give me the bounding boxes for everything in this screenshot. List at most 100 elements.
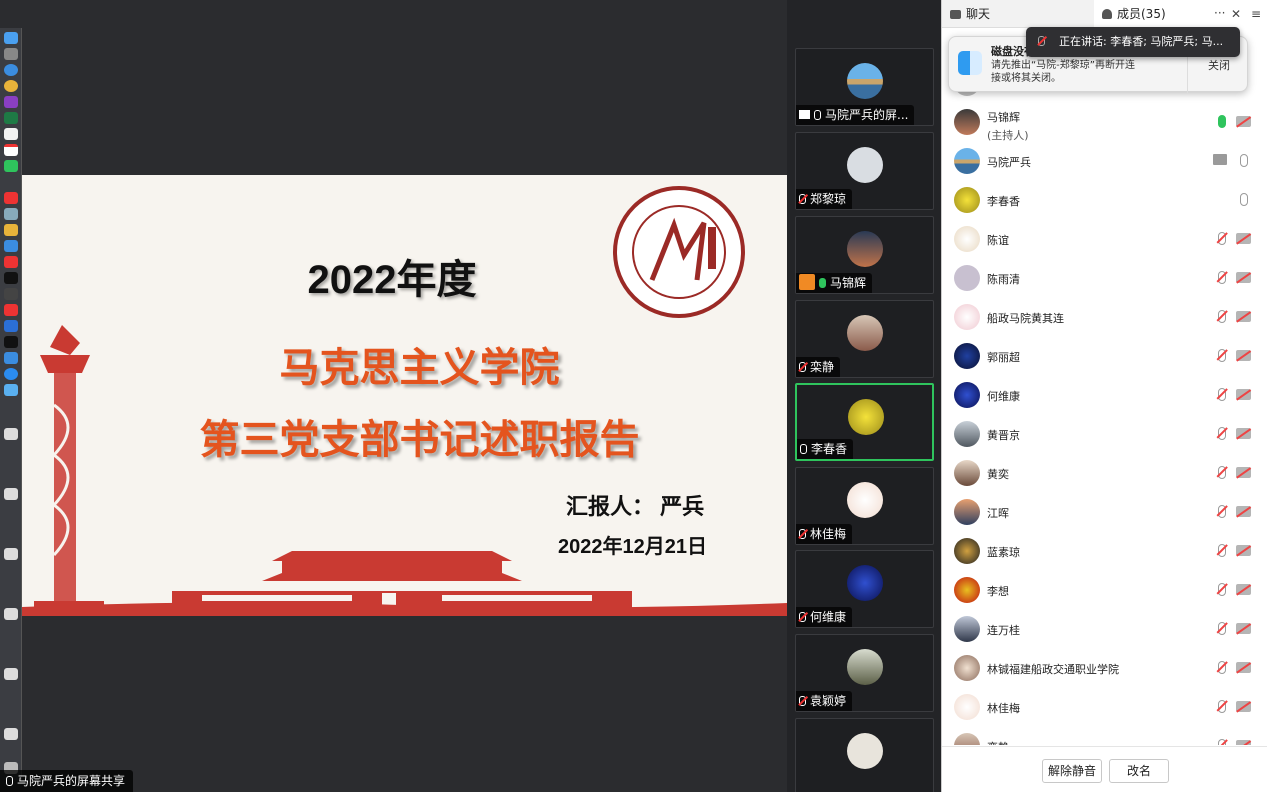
app-icon-dots[interactable] (4, 288, 18, 300)
app-icon-x[interactable] (4, 304, 18, 316)
camera-off-icon[interactable] (1236, 545, 1251, 556)
app-icon-blue[interactable] (4, 320, 18, 332)
notes-icon[interactable] (4, 128, 18, 140)
xmind-icon[interactable] (4, 224, 18, 236)
excel-icon[interactable] (4, 112, 18, 124)
member-row[interactable]: 蓝素琼 (942, 532, 1267, 571)
camera-off-icon[interactable] (1236, 584, 1251, 595)
member-row[interactable]: 马锦辉 (主持人) (942, 103, 1267, 142)
microphone-muted-icon[interactable] (1218, 583, 1226, 596)
launchpad-icon[interactable] (4, 48, 18, 60)
member-row[interactable]: 陈雨清 (942, 259, 1267, 298)
video-tile[interactable] (795, 718, 934, 792)
microphone-icon[interactable] (1240, 154, 1248, 167)
document-icon[interactable] (4, 728, 18, 740)
app-icon-folder[interactable] (4, 384, 18, 396)
video-tile[interactable]: 林佳梅 (795, 467, 934, 545)
document-icon[interactable] (4, 488, 18, 500)
menu-icon[interactable]: ≡ (1251, 0, 1261, 28)
chrome-icon[interactable] (4, 80, 18, 92)
member-row[interactable]: 林铖福建船政交通职业学院 (942, 649, 1267, 688)
camera-off-icon[interactable] (1236, 428, 1251, 439)
microphone-muted-icon[interactable] (1218, 466, 1226, 479)
camera-off-icon[interactable] (1236, 740, 1251, 745)
document-icon[interactable] (4, 608, 18, 620)
camera-off-icon[interactable] (1236, 623, 1251, 634)
camera-off-icon[interactable] (1236, 701, 1251, 712)
video-tile-active-speaker[interactable]: 李春香 (795, 383, 934, 461)
member-row[interactable]: 黄晋京 (942, 415, 1267, 454)
microphone-muted-icon[interactable] (1218, 661, 1226, 674)
safari-icon[interactable] (4, 64, 18, 76)
camera-off-icon[interactable] (1236, 662, 1251, 673)
camera-off-icon[interactable] (1236, 506, 1251, 517)
slide-reporter: 汇报人： 严兵 (566, 494, 705, 519)
member-row[interactable]: 李想 (942, 571, 1267, 610)
tencent-meeting-icon[interactable] (4, 368, 18, 380)
document-icon[interactable] (4, 548, 18, 560)
member-row[interactable]: 连万桂 (942, 610, 1267, 649)
avatar (847, 231, 883, 267)
camera-off-icon[interactable] (1236, 350, 1251, 361)
microphone-icon[interactable] (1240, 193, 1248, 206)
microphone-muted-icon[interactable] (1218, 505, 1226, 518)
calendar-icon[interactable] (4, 144, 18, 156)
member-row[interactable]: 何维康 (942, 376, 1267, 415)
avatar (954, 460, 980, 486)
zoom-icon[interactable] (4, 336, 18, 348)
microphone-muted-icon[interactable] (1218, 739, 1226, 745)
member-name: 江晖 (987, 507, 1009, 520)
member-row[interactable]: 李春香 (942, 181, 1267, 220)
video-tile[interactable]: 栾静 (795, 300, 934, 378)
unmute-button[interactable]: 解除静音 (1042, 759, 1102, 783)
more-options-icon[interactable]: ··· (1214, 0, 1225, 26)
video-tile[interactable]: 袁颖婷 (795, 634, 934, 712)
member-row[interactable]: 陈谊 (942, 220, 1267, 259)
wechat-icon[interactable] (4, 160, 18, 172)
microphone-muted-icon[interactable] (1218, 232, 1226, 245)
microphone-muted-icon[interactable] (1218, 271, 1226, 284)
microphone-muted-icon[interactable] (1218, 310, 1226, 323)
video-tile[interactable]: 郑黎琼 (795, 132, 934, 210)
app-store-icon[interactable] (4, 240, 18, 252)
onenote-icon[interactable] (4, 96, 18, 108)
microphone-muted-icon[interactable] (1218, 427, 1226, 440)
preview-icon[interactable] (4, 208, 18, 220)
video-tile[interactable]: 马院严兵的屏... (795, 48, 934, 126)
microphone-muted-icon[interactable] (1218, 622, 1226, 635)
member-row[interactable]: 船政马院黄其连 (942, 298, 1267, 337)
camera-off-icon[interactable] (1236, 389, 1251, 400)
app-icon-red[interactable] (4, 256, 18, 268)
video-tile[interactable]: 何维康 (795, 550, 934, 628)
close-icon[interactable]: ✕ (1231, 0, 1241, 28)
member-row[interactable]: 栾静 (942, 727, 1267, 745)
member-row[interactable]: 郭丽超 (942, 337, 1267, 376)
video-tile-strip[interactable]: 马院严兵的屏... 郑黎琼 马锦辉 栾静 李春香 林佳梅 何维康 袁颖婷 (787, 0, 941, 792)
member-row[interactable]: 林佳梅 (942, 688, 1267, 727)
camera-off-icon[interactable] (1236, 233, 1251, 244)
microphone-muted-icon[interactable] (1218, 349, 1226, 362)
document-icon[interactable] (4, 428, 18, 440)
avatar (954, 421, 980, 447)
microphone-muted-icon[interactable] (1218, 700, 1226, 713)
document-icon[interactable] (4, 668, 18, 680)
member-list[interactable]: (我)马锦辉(主持人)马院严兵李春香陈谊陈雨清船政马院黄其连郭丽超何维康黄晋京黄… (942, 85, 1267, 745)
microphone-speaking-icon[interactable] (1218, 115, 1226, 128)
screen-share-label: 马院严兵的屏幕共享 (0, 770, 134, 792)
video-tile[interactable]: 马锦辉 (795, 216, 934, 294)
camera-off-icon[interactable] (1236, 311, 1251, 322)
member-row[interactable]: 马院严兵 (942, 142, 1267, 181)
microphone-muted-icon[interactable] (1218, 544, 1226, 557)
tab-chat[interactable]: 聊天 (950, 0, 990, 28)
member-row[interactable]: 江晖 (942, 493, 1267, 532)
app-icon-star[interactable] (4, 352, 18, 364)
camera-off-icon[interactable] (1236, 116, 1251, 127)
rename-button[interactable]: 改名 (1109, 759, 1169, 783)
camera-off-icon[interactable] (1236, 272, 1251, 283)
microphone-muted-icon[interactable] (1218, 388, 1226, 401)
member-row[interactable]: 黄奕 (942, 454, 1267, 493)
finder-icon[interactable] (4, 32, 18, 44)
wps-icon[interactable] (4, 192, 18, 204)
camera-off-icon[interactable] (1236, 467, 1251, 478)
terminal-icon[interactable] (4, 272, 18, 284)
